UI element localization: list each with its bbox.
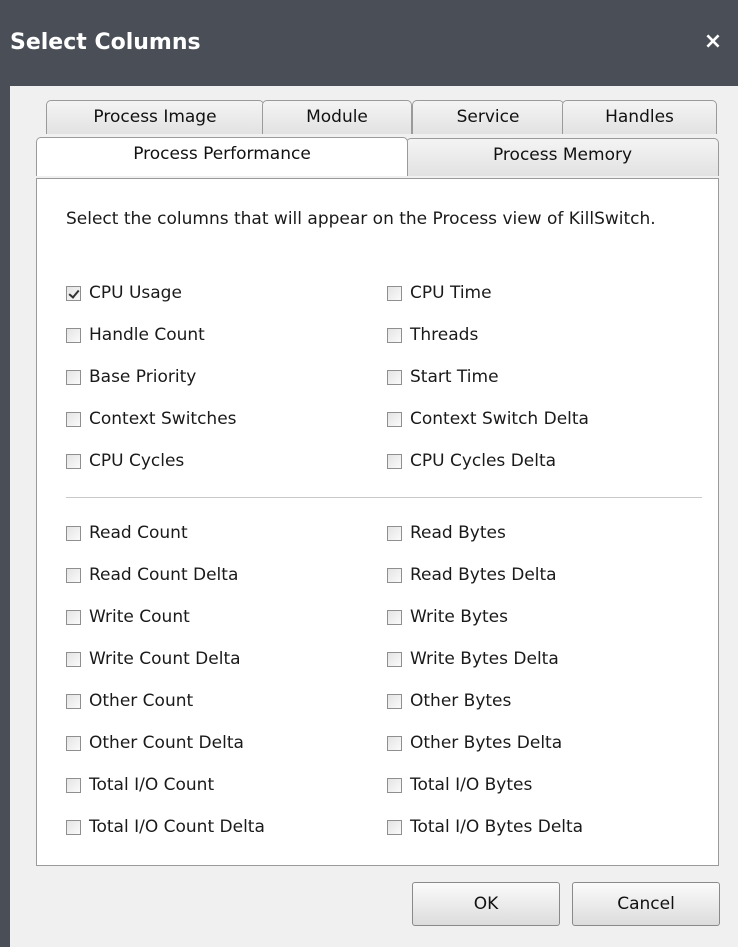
checkbox-cpu-usage[interactable]: CPU Usage [66, 282, 182, 304]
checkbox-context-switches[interactable]: Context Switches [66, 408, 237, 430]
checkbox-label: Read Count [89, 523, 188, 543]
checkbox-read-bytes[interactable]: Read Bytes [387, 522, 506, 544]
checkbox-other-count[interactable]: Other Count [66, 690, 193, 712]
checkbox-label: Other Count Delta [89, 733, 244, 753]
checkbox-label: CPU Cycles Delta [410, 451, 557, 471]
checkbox-icon[interactable] [387, 609, 402, 625]
checkbox-label: CPU Time [410, 283, 492, 303]
checkbox-other-count-delta[interactable]: Other Count Delta [66, 732, 244, 754]
checkbox-icon[interactable] [66, 453, 81, 469]
checkbox-handle-count[interactable]: Handle Count [66, 324, 205, 346]
checkbox-icon[interactable] [66, 819, 81, 835]
checkbox-total-io-bytes-delta[interactable]: Total I/O Bytes Delta [387, 816, 583, 838]
select-columns-dialog: Select Columns × Process Image Module Se… [0, 0, 738, 947]
dialog-title: Select Columns [10, 30, 201, 55]
checkbox-label: Write Count [89, 607, 190, 627]
checkbox-cpu-time[interactable]: CPU Time [387, 282, 492, 304]
checkbox-icon[interactable] [387, 567, 402, 583]
checkbox-icon[interactable] [387, 693, 402, 709]
tab-process-performance[interactable]: Process Performance [36, 137, 408, 176]
close-icon[interactable]: × [701, 30, 725, 54]
checkbox-label: Other Count [89, 691, 194, 711]
checkbox-label: Base Priority [89, 367, 197, 387]
checkbox-read-count[interactable]: Read Count [66, 522, 188, 544]
checkbox-label: Read Bytes [410, 523, 506, 543]
checkbox-icon[interactable] [387, 777, 402, 793]
checkbox-icon[interactable] [387, 285, 402, 301]
checkbox-read-count-delta[interactable]: Read Count Delta [66, 564, 238, 586]
checkbox-label: Handle Count [89, 325, 205, 345]
checkbox-icon[interactable] [66, 777, 81, 793]
checkbox-write-bytes[interactable]: Write Bytes [387, 606, 508, 628]
checkbox-label: Other Bytes Delta [410, 733, 563, 753]
title-bar[interactable]: Select Columns × [0, 0, 738, 86]
checkbox-label: Total I/O Bytes [410, 775, 533, 795]
tab-process-image[interactable]: Process Image [46, 100, 264, 134]
checkbox-icon[interactable] [66, 285, 81, 301]
checkbox-total-io-bytes[interactable]: Total I/O Bytes [387, 774, 532, 796]
checkbox-icon[interactable] [387, 819, 402, 835]
checkbox-other-bytes[interactable]: Other Bytes [387, 690, 511, 712]
checkbox-label: Other Bytes [410, 691, 512, 711]
checkbox-icon[interactable] [66, 525, 81, 541]
tab-label: Module [306, 107, 368, 127]
checkbox-label: Write Bytes Delta [410, 649, 559, 669]
checkbox-read-bytes-delta[interactable]: Read Bytes Delta [387, 564, 557, 586]
checkbox-cpu-cycles[interactable]: CPU Cycles [66, 450, 184, 472]
checkbox-icon[interactable] [387, 453, 402, 469]
checkbox-total-io-count-delta[interactable]: Total I/O Count Delta [66, 816, 265, 838]
tab-service[interactable]: Service [412, 100, 564, 134]
checkbox-icon[interactable] [66, 735, 81, 751]
instructions-text: Select the columns that will appear on t… [66, 209, 656, 229]
checkbox-cpu-cycles-delta[interactable]: CPU Cycles Delta [387, 450, 556, 472]
checkbox-label: Context Switch Delta [410, 409, 589, 429]
checkbox-label: Write Count Delta [89, 649, 241, 669]
checkbox-label: Total I/O Bytes Delta [410, 817, 584, 837]
checkbox-icon[interactable] [387, 411, 402, 427]
tab-label: Handles [605, 107, 674, 127]
checkbox-icon[interactable] [387, 651, 402, 667]
checkbox-icon[interactable] [66, 609, 81, 625]
checkbox-label: Threads [410, 325, 479, 345]
ok-button[interactable]: OK [412, 882, 560, 926]
checkbox-icon[interactable] [66, 651, 81, 667]
checkbox-icon[interactable] [66, 693, 81, 709]
tab-module[interactable]: Module [262, 100, 412, 134]
tab-label: Service [456, 107, 520, 127]
checkbox-label: Read Bytes Delta [410, 565, 557, 585]
checkbox-threads[interactable]: Threads [387, 324, 478, 346]
checkbox-base-priority[interactable]: Base Priority [66, 366, 196, 388]
checkbox-write-count-delta[interactable]: Write Count Delta [66, 648, 241, 670]
checkbox-label: Read Count Delta [89, 565, 239, 585]
checkbox-label: Start Time [410, 367, 499, 387]
tab-process-memory[interactable]: Process Memory [406, 138, 719, 176]
checkbox-start-time[interactable]: Start Time [387, 366, 499, 388]
checkbox-label: CPU Usage [89, 283, 182, 303]
tab-label: Process Memory [492, 145, 633, 165]
checkbox-label: Context Switches [89, 409, 237, 429]
checkbox-icon[interactable] [66, 411, 81, 427]
checkbox-write-count[interactable]: Write Count [66, 606, 190, 628]
checkbox-icon[interactable] [387, 327, 402, 343]
checkbox-icon[interactable] [66, 327, 81, 343]
checkbox-context-switch-delta[interactable]: Context Switch Delta [387, 408, 589, 430]
checkbox-icon[interactable] [387, 369, 402, 385]
checkbox-label: Total I/O Count Delta [89, 817, 265, 837]
tab-handles[interactable]: Handles [562, 100, 717, 134]
window-frame [0, 86, 10, 947]
checkbox-label: Write Bytes [410, 607, 508, 627]
checkbox-icon[interactable] [66, 567, 81, 583]
checkbox-icon[interactable] [66, 369, 81, 385]
checkbox-label: CPU Cycles [89, 451, 185, 471]
checkbox-icon[interactable] [387, 525, 402, 541]
checkbox-other-bytes-delta[interactable]: Other Bytes Delta [387, 732, 562, 754]
divider [66, 497, 702, 499]
cancel-button[interactable]: Cancel [572, 882, 720, 926]
tab-label: Process Performance [133, 144, 311, 164]
checkbox-icon[interactable] [387, 735, 402, 751]
checkbox-write-bytes-delta[interactable]: Write Bytes Delta [387, 648, 559, 670]
checkbox-total-io-count[interactable]: Total I/O Count [66, 774, 214, 796]
checkbox-label: Total I/O Count [89, 775, 215, 795]
tab-label: Process Image [93, 107, 217, 127]
